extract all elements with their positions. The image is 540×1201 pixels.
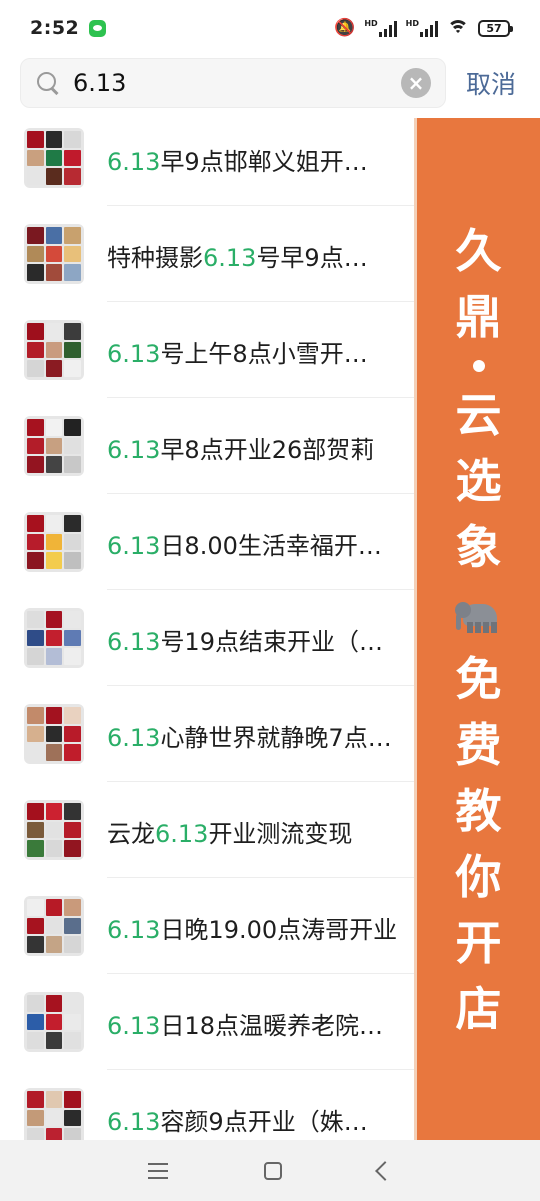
banner-char: 开 [455, 916, 502, 970]
list-item-title: 6.13早8点开业26部贺莉 [107, 436, 375, 464]
banner-dot [472, 360, 485, 372]
home-icon[interactable] [264, 1161, 282, 1180]
group-avatar [24, 896, 84, 956]
search-box[interactable]: × [20, 58, 446, 108]
search-icon [35, 70, 61, 96]
wifi-icon [447, 20, 469, 36]
list-item[interactable]: 6.13容颜9点开业（姝… [0, 1070, 414, 1140]
status-bar: 2:52 🔕 HD HD 57 [0, 0, 540, 56]
list-item[interactable]: 6.13日晚19.00点涛哥开业 [0, 878, 414, 974]
search-row: × 取消 [0, 58, 540, 108]
group-avatar [24, 224, 84, 284]
menu-icon[interactable] [148, 1162, 168, 1179]
clear-search-button[interactable]: × [401, 68, 431, 98]
banner-char: 教 [455, 784, 502, 838]
banner-char: 鼎 [455, 290, 502, 344]
list-item[interactable]: 6.13日18点温暖养老院… [0, 974, 414, 1070]
status-icons: 🔕 HD HD 57 [334, 18, 513, 38]
banner-char: 你 [455, 850, 502, 904]
banner-char: 费 [455, 718, 502, 772]
list-item-title: 6.13日8.00生活幸福开… [107, 532, 382, 560]
list-item-title: 云龙6.13开业测流变现 [107, 820, 353, 848]
list-item-title: 6.13心静世界就静晚7点… [107, 724, 392, 752]
group-avatar [24, 1088, 84, 1140]
list-item[interactable]: 6.13早9点邯郸义姐开… [0, 118, 414, 206]
list-item[interactable]: 6.13早8点开业26部贺莉 [0, 398, 414, 494]
banner-char: 免 [455, 652, 502, 706]
group-avatar [24, 800, 84, 860]
list-item-title: 6.13号上午8点小雪开… [107, 340, 368, 368]
banner-char: 久 [455, 224, 502, 278]
list-item-title: 6.13日18点温暖养老院… [107, 1012, 383, 1040]
banner-char: 云 [455, 388, 502, 442]
list-item[interactable]: 6.13号上午8点小雪开… [0, 302, 414, 398]
signal-icon-1: HD [364, 19, 397, 37]
group-avatar [24, 320, 84, 380]
elephant-icon [454, 598, 503, 634]
list-item-title: 6.13容颜9点开业（姝… [107, 1108, 368, 1136]
banner-char: 店 [455, 982, 502, 1036]
banner-char: 选 [455, 454, 502, 508]
group-avatar [24, 992, 84, 1052]
list-item-title: 6.13日晚19.00点涛哥开业 [107, 916, 398, 944]
wechat-notification-icon [89, 19, 107, 37]
group-avatar [24, 704, 84, 764]
group-avatar [24, 608, 84, 668]
list-item[interactable]: 6.13日8.00生活幸福开… [0, 494, 414, 590]
search-input[interactable] [73, 69, 383, 97]
group-avatar [24, 128, 84, 188]
list-item[interactable]: 6.13心静世界就静晚7点… [0, 686, 414, 782]
list-item[interactable]: 特种摄影6.13号早9点… [0, 206, 414, 302]
system-nav-bar [0, 1140, 540, 1201]
banner-char: 象 [455, 520, 502, 574]
status-time: 2:52 [30, 17, 80, 39]
list-item-title: 特种摄影6.13号早9点… [107, 244, 368, 272]
list-item[interactable]: 6.13号19点结束开业（… [0, 590, 414, 686]
cancel-button[interactable]: 取消 [466, 65, 516, 101]
search-results-list: 6.13早9点邯郸义姐开… 特种摄影6.13号早9点… 6.13号上午8点小雪开… 6… [0, 118, 414, 1140]
list-item-title: 6.13号19点结束开业（… [107, 628, 383, 656]
back-icon[interactable] [375, 1160, 395, 1181]
signal-icon-2: HD [406, 19, 438, 37]
battery-icon: 57 [478, 19, 513, 37]
group-avatar [24, 512, 84, 572]
list-item-title: 6.13早9点邯郸义姐开… [107, 148, 368, 176]
group-avatar [24, 416, 84, 476]
mute-bell-icon: 🔕 [334, 18, 356, 38]
list-item[interactable]: 云龙6.13开业测流变现 [0, 782, 414, 878]
promo-banner[interactable]: 久鼎 云选象 免费教你开店 [414, 118, 540, 1140]
